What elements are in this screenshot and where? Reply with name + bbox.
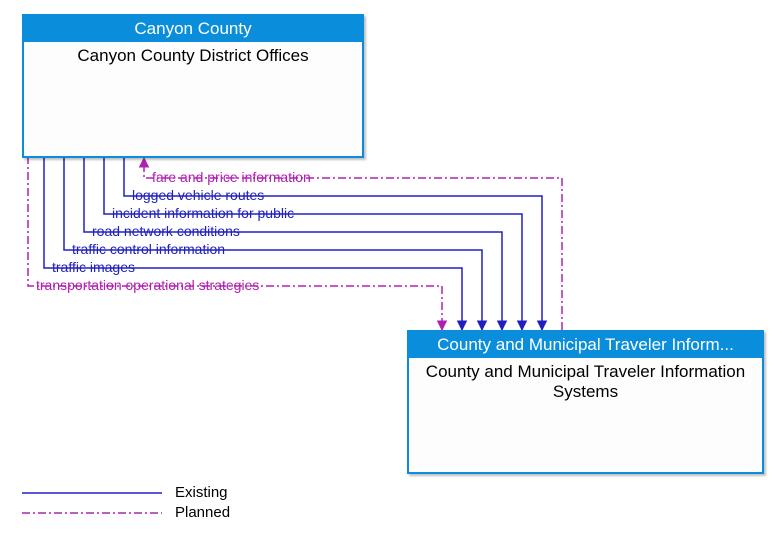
flow-label-traffic-images: traffic images [52,259,135,275]
node-canyon-county-district-offices[interactable]: Canyon County Canyon County District Off… [22,14,364,158]
flow-label-logged-vehicle-routes: logged vehicle routes [132,187,264,203]
legend-label-planned: Planned [175,504,230,521]
legend-label-existing: Existing [175,484,228,501]
flow-label-transport-ops: transportation operational strategies [36,277,259,293]
flow-label-incident-info: incident information for public [112,205,294,221]
node-a-header: Canyon County [24,16,362,42]
node-county-municipal-traveler-info[interactable]: County and Municipal Traveler Inform... … [407,330,764,474]
flow-label-fare-and-price: fare and price information [152,169,311,185]
node-b-header: County and Municipal Traveler Inform... [409,332,762,358]
flow-label-road-network: road network conditions [92,223,240,239]
node-a-body: Canyon County District Offices [24,42,362,70]
flow-label-traffic-control: traffic control information [72,241,225,257]
node-b-body: County and Municipal Traveler Informatio… [409,358,762,407]
